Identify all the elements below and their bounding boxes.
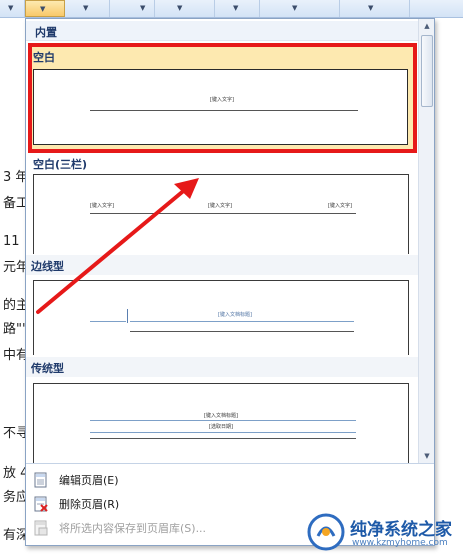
thumbnail-divider (127, 309, 128, 323)
ribbon-button[interactable]: ▼ (340, 0, 410, 17)
ribbon-button[interactable]: ▼ (260, 0, 340, 17)
gallery-item-title: 空白 (33, 51, 55, 64)
thumbnail-placeholder: [选取日期] (209, 424, 233, 430)
gallery-item-title: 传统型 (26, 357, 418, 377)
dropdown-arrow-icon: ▼ (368, 4, 374, 12)
thumbnail-rule (90, 321, 126, 322)
gallery-item-thumbnail: [键入文字] (33, 69, 408, 145)
dropdown-arrow-icon: ▼ (40, 5, 46, 13)
edit-header-menu-item[interactable]: 编辑页眉(E) (26, 468, 434, 492)
builtin-group-header: 内置 (26, 21, 418, 41)
header-gallery-panel: 内置 空白 [键入文字] 空白(三栏) [键入文字] [键入文字] [键入文字]… (25, 18, 435, 546)
scroll-thumb[interactable] (421, 35, 433, 107)
thumbnail-placeholder: [键入文字] (90, 203, 114, 209)
gallery-item-border-line[interactable]: [键入文档标题] (33, 280, 409, 355)
thumbnail-placeholder: [键入文档标题] (204, 413, 238, 419)
thumbnail-rule (90, 432, 356, 433)
ribbon-button[interactable]: ▼ (110, 0, 155, 17)
thumbnail-rule (90, 213, 356, 214)
thumbnail-placeholder: [键入文档标题] (218, 312, 252, 318)
menu-item-label: 删除页眉(R) (59, 498, 120, 511)
thumbnail-rule (130, 331, 354, 332)
ribbon-button[interactable]: ▼ (155, 0, 215, 17)
gallery-item-traditional[interactable]: [键入文档标题] [选取日期] (33, 383, 409, 463)
scroll-up-arrow-icon[interactable]: ▲ (419, 19, 435, 33)
watermark-url: www.kzmyhome.com (352, 538, 448, 548)
save-to-gallery-icon (34, 520, 48, 536)
edit-header-icon (34, 472, 47, 488)
ribbon-button[interactable]: ▼ (65, 0, 110, 17)
gallery-scrollbar[interactable]: ▲ ▼ (418, 19, 434, 463)
watermark-title: 纯净系统之家 (350, 520, 452, 540)
delete-header-icon (34, 496, 48, 512)
gallery-item-title: 空白(三栏) (33, 158, 88, 171)
thumbnail-placeholder: [键入文字] (210, 97, 234, 103)
dropdown-arrow-icon: ▼ (233, 4, 239, 12)
header-gallery: 内置 空白 [键入文字] 空白(三栏) [键入文字] [键入文字] [键入文字]… (26, 19, 418, 463)
thumbnail-rule (90, 110, 358, 111)
menu-item-label: 将所选内容保存到页眉库(S)... (59, 522, 207, 535)
ribbon-button[interactable] (410, 0, 463, 17)
dropdown-arrow-icon: ▼ (8, 4, 14, 12)
watermark-logo-icon (307, 513, 345, 551)
dropdown-arrow-icon: ▼ (177, 4, 183, 12)
gallery-item-blank[interactable]: 空白 [键入文字] (28, 43, 417, 153)
ribbon-bar: ▼ ▼ ▼ ▼ ▼ ▼ ▼ ▼ (0, 0, 463, 18)
scroll-down-arrow-icon[interactable]: ▼ (419, 449, 435, 463)
thumbnail-placeholder: [键入文字] (328, 203, 352, 209)
thumbnail-placeholder: [键入文字] (208, 203, 232, 209)
dropdown-arrow-icon: ▼ (140, 4, 146, 12)
dropdown-arrow-icon: ▼ (83, 4, 89, 12)
thumbnail-rule (90, 420, 356, 421)
thumbnail-rule (130, 321, 354, 322)
header-dropdown-button[interactable]: ▼ (25, 0, 65, 17)
watermark: 纯净系统之家 www.kzmyhome.com (296, 512, 460, 552)
gallery-item-title: 边线型 (26, 255, 418, 275)
dropdown-arrow-icon: ▼ (292, 4, 298, 12)
ribbon-button[interactable]: ▼ (215, 0, 260, 17)
ribbon-button[interactable]: ▼ (0, 0, 25, 17)
gallery-item-three-column[interactable]: [键入文字] [键入文字] [键入文字] (33, 174, 409, 254)
menu-item-label: 编辑页眉(E) (59, 474, 119, 487)
thumbnail-rule (90, 438, 356, 439)
